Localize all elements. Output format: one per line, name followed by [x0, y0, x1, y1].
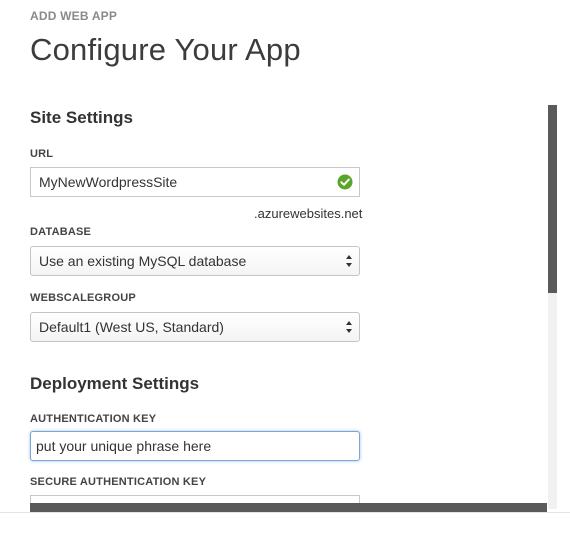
deployment-settings-heading: Deployment Settings	[30, 374, 200, 393]
database-selected-value: Use an existing MySQL database	[39, 253, 247, 269]
horizontal-scrollbar[interactable]	[30, 503, 547, 512]
authentication-key-value: put your unique phrase here	[36, 438, 212, 454]
check-circle-icon	[337, 174, 353, 190]
select-arrows-icon	[346, 255, 352, 267]
authentication-key-label: AUTHENTICATION KEY	[30, 413, 157, 425]
webscalegroup-label: WEBSCALEGROUP	[30, 292, 136, 304]
secure-authentication-key-label: SECURE AUTHENTICATION KEY	[30, 476, 207, 488]
site-settings-heading: Site Settings	[30, 108, 133, 127]
wizard-kicker: ADD WEB APP	[30, 9, 118, 23]
authentication-key-input[interactable]: put your unique phrase here	[30, 431, 360, 461]
webscalegroup-select[interactable]: Default1 (West US, Standard)	[30, 312, 360, 342]
page-title: Configure Your App	[30, 32, 301, 67]
webscalegroup-selected-value: Default1 (West US, Standard)	[39, 319, 224, 335]
settings-form: Site Settings URL MyNewWordpressSite .az…	[0, 100, 548, 512]
dialog-footer	[0, 512, 570, 533]
database-select[interactable]: Use an existing MySQL database	[30, 246, 360, 276]
url-label: URL	[30, 148, 54, 160]
url-value: MyNewWordpressSite	[39, 174, 178, 190]
url-domain-suffix: .azurewebsites.net	[254, 206, 363, 221]
vertical-scrollbar-thumb[interactable]	[548, 105, 557, 293]
database-label: DATABASE	[30, 226, 92, 238]
select-arrows-icon	[346, 321, 352, 333]
url-field[interactable]: MyNewWordpressSite	[30, 167, 360, 197]
